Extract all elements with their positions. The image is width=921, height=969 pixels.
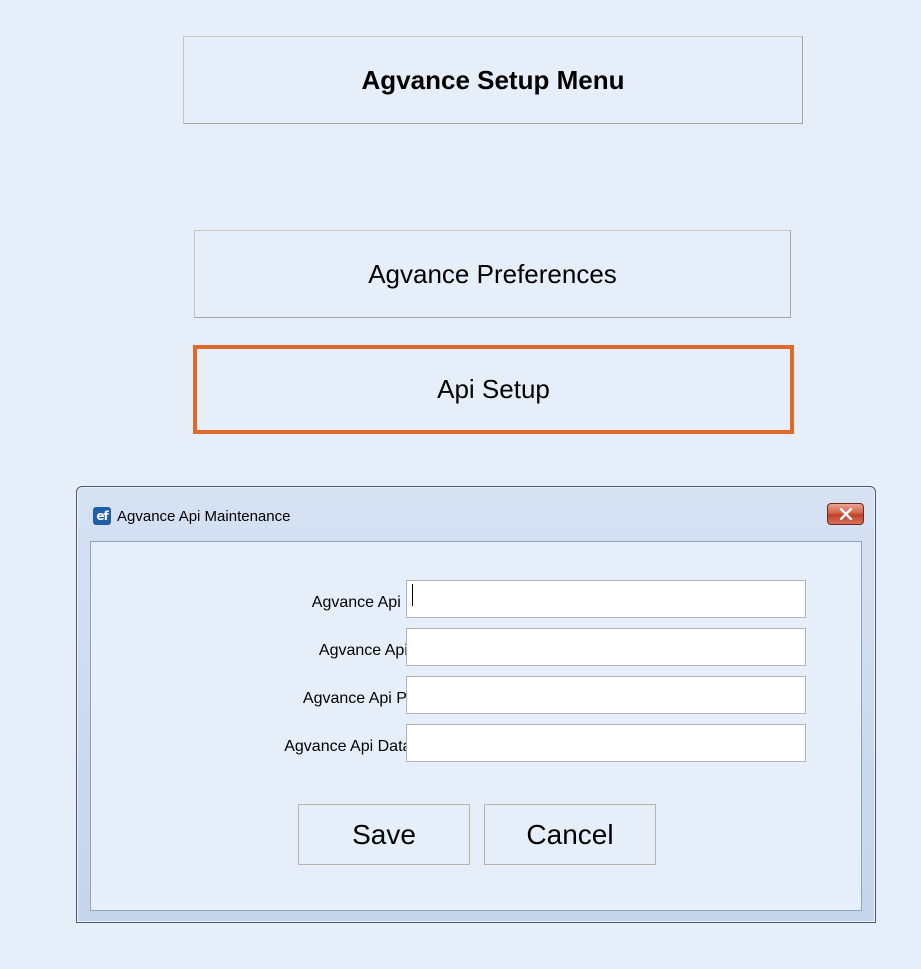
base-url-input[interactable]	[406, 580, 806, 618]
user-id-input[interactable]	[406, 628, 806, 666]
agvance-preferences-button[interactable]: Agvance Preferences	[194, 230, 791, 318]
close-button[interactable]	[827, 503, 864, 525]
cancel-button[interactable]: Cancel	[484, 804, 656, 865]
setup-menu-title: Agvance Setup Menu	[183, 36, 803, 124]
text-caret	[412, 584, 413, 606]
close-icon	[839, 508, 852, 520]
ef-app-icon: ef	[93, 507, 111, 525]
save-button[interactable]: Save	[298, 804, 470, 865]
database-id-input[interactable]	[406, 724, 806, 762]
api-setup-button[interactable]: Api Setup	[193, 345, 794, 434]
api-maintenance-dialog: ef Agvance Api Maintenance Agvance Api B…	[76, 486, 876, 923]
dialog-title: Agvance Api Maintenance	[117, 508, 291, 525]
dialog-titlebar[interactable]: ef Agvance Api Maintenance	[77, 487, 875, 547]
password-input[interactable]	[406, 676, 806, 714]
dialog-body: Agvance Api Base Url: Agvance Api User I…	[90, 541, 862, 911]
